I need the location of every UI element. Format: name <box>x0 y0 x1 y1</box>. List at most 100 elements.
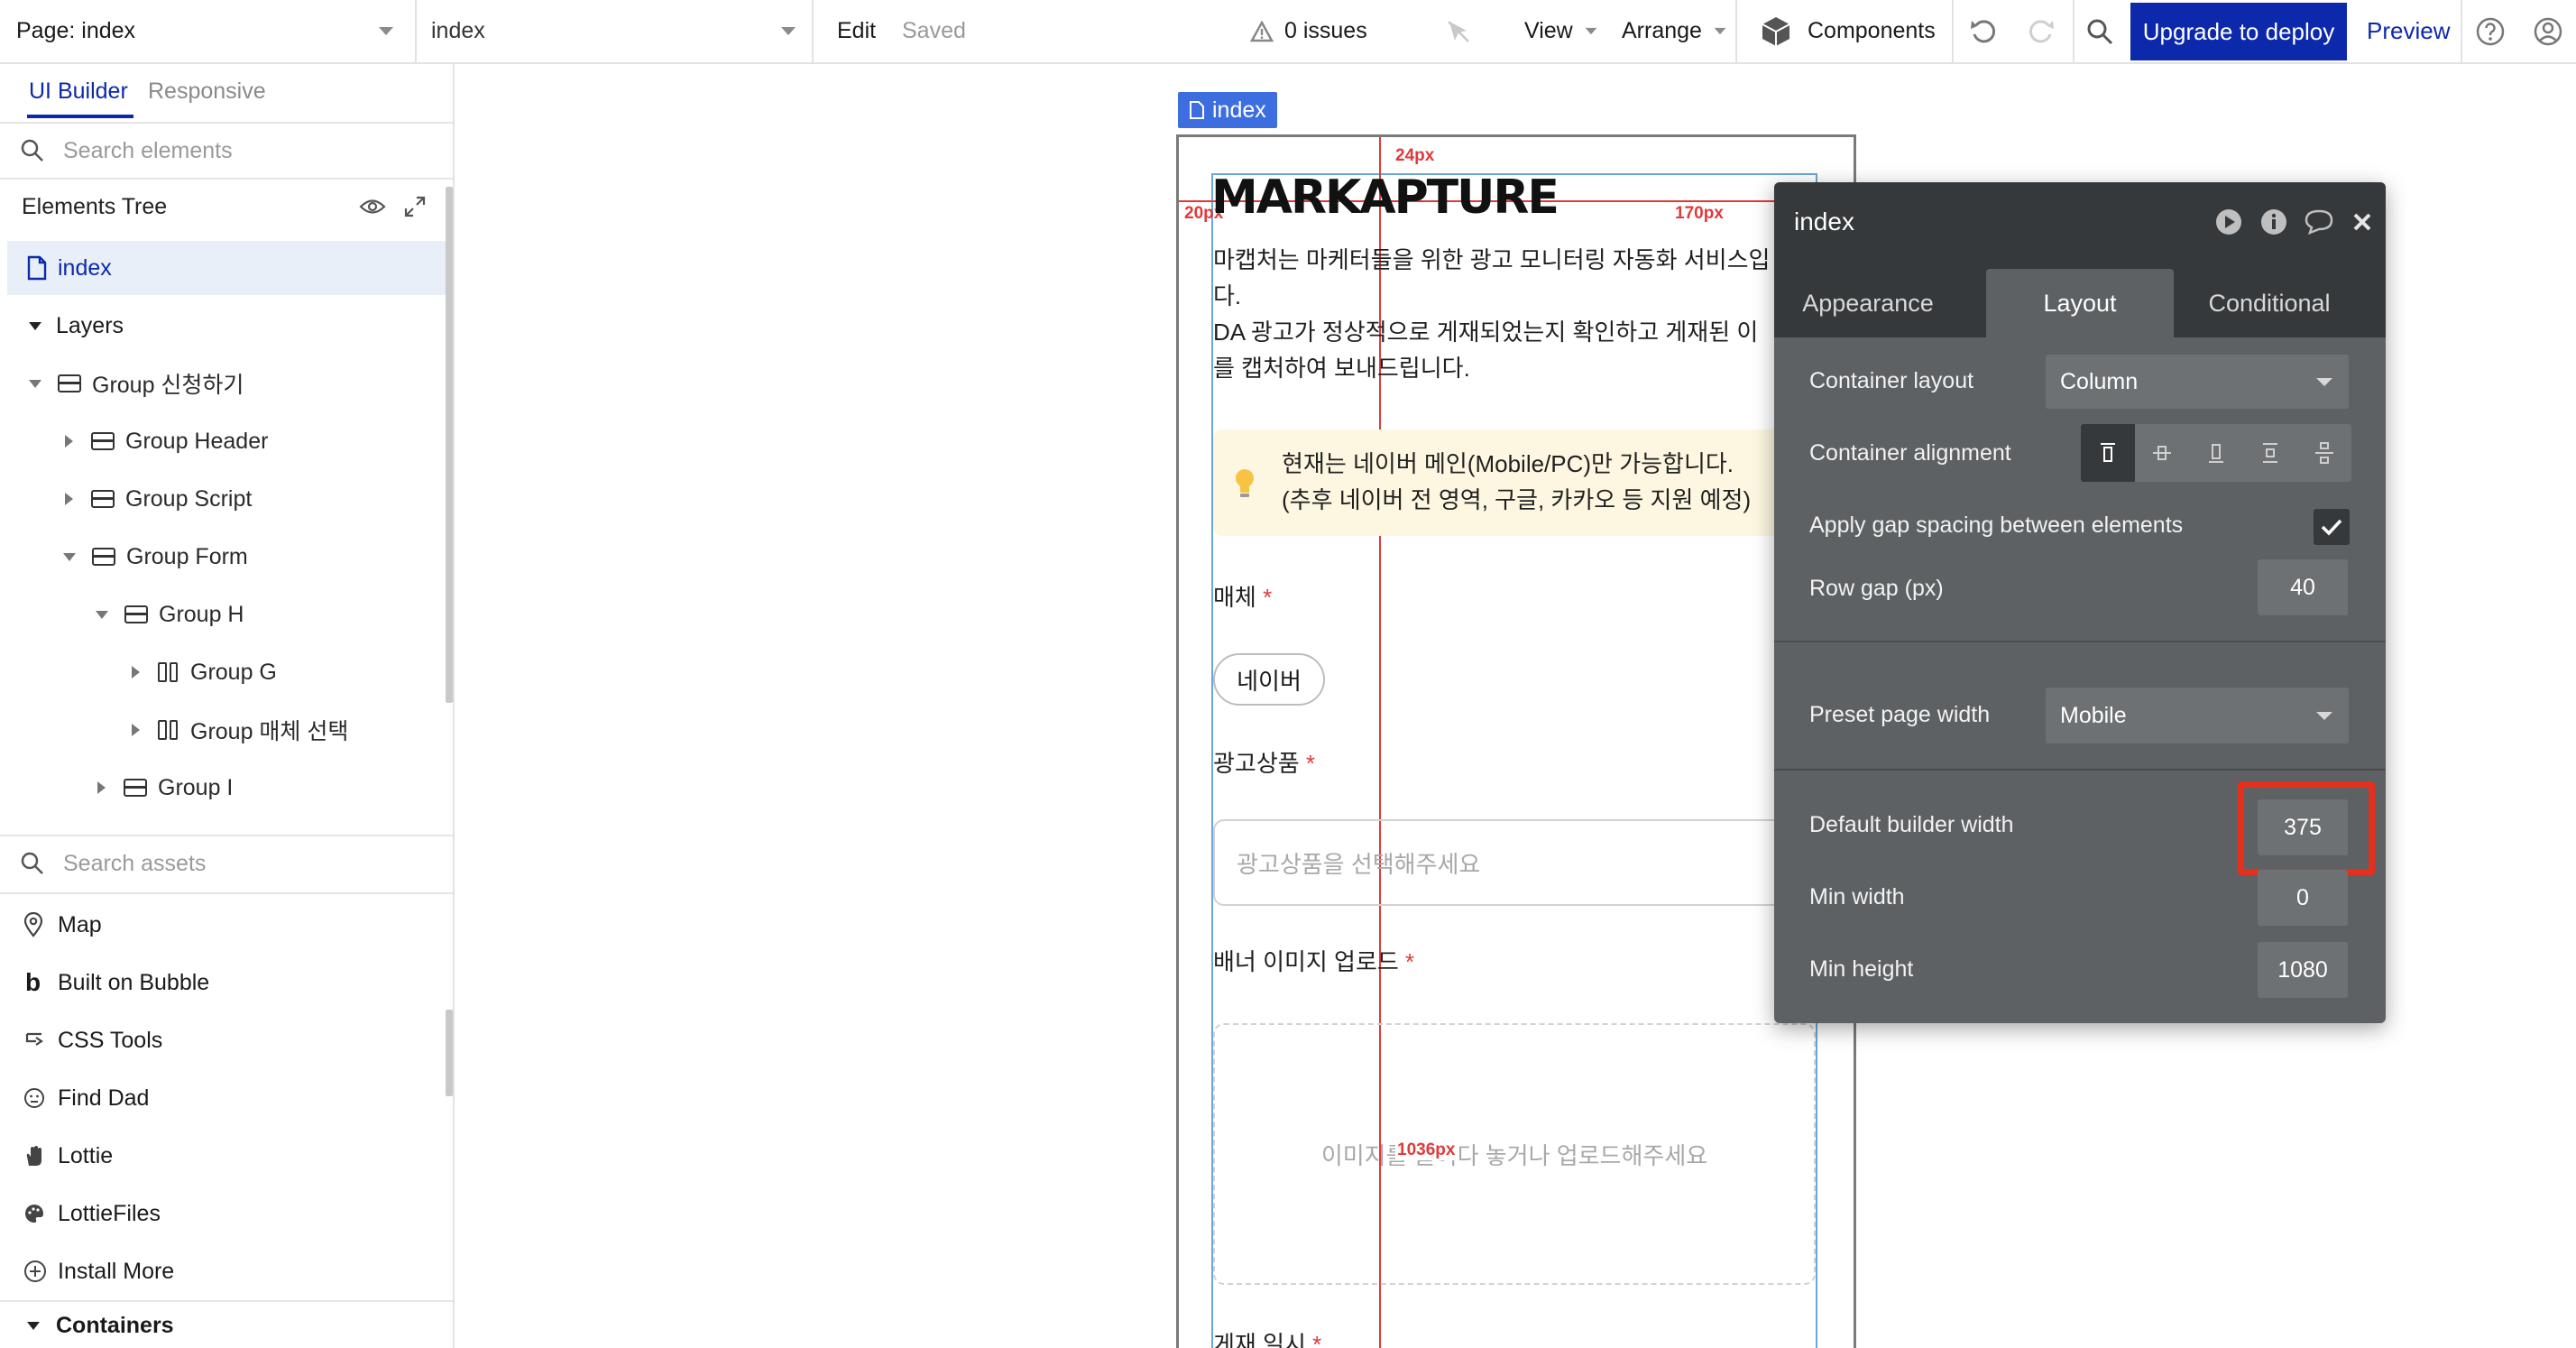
asset-css-tools[interactable]: CSS Tools <box>0 1013 453 1067</box>
default-builder-width-input[interactable]: 375 <box>2258 799 2348 855</box>
comment-button[interactable] <box>2301 204 2337 240</box>
tree-item-group-g[interactable]: Group G <box>132 645 277 699</box>
collapse-triangle-icon[interactable] <box>27 1321 40 1330</box>
align-top-button[interactable] <box>2081 424 2135 482</box>
description-line-3: DA 광고가 정상적으로 게재되었는지 확인하고 게재된 이 <box>1213 319 1759 346</box>
group-icon <box>124 779 147 797</box>
preset-width-dropdown[interactable]: Mobile <box>2046 688 2349 743</box>
assets-scrollbar[interactable] <box>446 1010 453 1096</box>
description-line-1: 마캡처는 마케터들을 위한 광고 모니터링 자동화 서비스입 <box>1213 246 1771 273</box>
upgrade-to-deploy-button[interactable]: Upgrade to deploy <box>2130 3 2347 60</box>
default-builder-width-value: 375 <box>2284 814 2322 840</box>
page-tag[interactable]: index <box>1178 92 1277 128</box>
asset-map[interactable]: Map <box>0 898 453 952</box>
editor-header[interactable]: index <box>1774 182 2386 262</box>
expand-triangle-icon[interactable] <box>97 781 106 794</box>
chevron-down-icon <box>2316 377 2332 386</box>
search-elements[interactable]: Search elements <box>0 124 453 178</box>
collapse-triangle-icon[interactable] <box>29 321 41 330</box>
tab-appearance[interactable]: Appearance <box>1774 269 1962 337</box>
collapse-triangle-icon[interactable] <box>63 552 76 561</box>
page-tag-label: index <box>1212 97 1266 123</box>
expand-triangle-icon[interactable] <box>65 435 73 448</box>
expand-triangle-icon[interactable] <box>65 493 73 505</box>
tab-conditional[interactable]: Conditional <box>2176 269 2363 337</box>
elements-tree-title: Elements Tree <box>22 193 168 219</box>
tab-ui-builder[interactable]: UI Builder <box>29 78 128 105</box>
asset-find-dad[interactable]: Find Dad <box>0 1071 453 1125</box>
search-assets[interactable]: Search assets <box>0 836 453 891</box>
info-button[interactable] <box>2256 204 2292 240</box>
row-gap-input[interactable]: 40 <box>2258 559 2348 615</box>
view-selector[interactable]: index <box>431 0 801 62</box>
gap-spacing-checkbox[interactable] <box>2314 509 2350 545</box>
account-button[interactable] <box>2533 0 2563 62</box>
view-label: View <box>1524 18 1573 43</box>
container-layout-dropdown[interactable]: Column <box>2046 355 2349 409</box>
issues-indicator[interactable]: 0 issues <box>1250 0 1367 62</box>
inspect-button[interactable] <box>1445 0 1472 62</box>
arrange-menu[interactable]: Arrange <box>1622 0 1727 62</box>
expand-icon[interactable] <box>402 194 428 219</box>
tree-scrollbar[interactable] <box>446 187 453 703</box>
banner-dropzone[interactable]: 이미지를 끌어다 놓거나 업로드해주세요 <box>1213 1023 1816 1285</box>
page-icon <box>27 255 47 281</box>
close-button[interactable] <box>2344 204 2380 240</box>
chevron-down-icon <box>379 27 393 35</box>
group-icon <box>92 548 115 566</box>
tree-item-group-media-select[interactable]: Group 매체 선택 <box>132 703 348 757</box>
align-bottom-button[interactable] <box>2189 424 2243 482</box>
help-button[interactable] <box>2475 0 2506 62</box>
tree-item-label: Group Script <box>125 485 253 512</box>
tree-item-group-i[interactable]: Group I <box>97 761 233 815</box>
redo-button[interactable] <box>2026 0 2056 62</box>
tree-item-group-script[interactable]: Group Script <box>65 472 252 526</box>
issues-label: 0 issues <box>1284 18 1367 43</box>
containers-title: Containers <box>56 1312 174 1338</box>
expand-triangle-icon[interactable] <box>132 724 140 736</box>
logo-text: MARKAPTURE <box>1211 171 1559 225</box>
collapse-triangle-icon[interactable] <box>29 379 41 388</box>
page-frame: 24px 20px 170px MARKAPTURE 마캡처는 마케터들을 위한… <box>1176 134 1856 1348</box>
preview-button[interactable]: Preview <box>2367 0 2450 62</box>
tree-item-group-form[interactable]: Group Form <box>63 530 248 584</box>
tree-item-group-header[interactable]: Group Header <box>65 414 268 468</box>
tree-item-group-signup[interactable]: Group 신청하기 <box>29 356 244 411</box>
containers-section[interactable]: Containers <box>0 1302 453 1348</box>
asset-lottie[interactable]: Lottie <box>0 1129 453 1183</box>
asset-built-on-bubble[interactable]: b Built on Bubble <box>0 956 453 1010</box>
search-icon <box>21 139 43 162</box>
page-selector[interactable]: Page: index <box>16 0 404 62</box>
tree-item-index[interactable]: index <box>7 241 446 295</box>
align-space-between-button[interactable] <box>2243 424 2297 482</box>
asset-label: Lottie <box>58 1142 114 1168</box>
eye-icon[interactable] <box>359 197 386 217</box>
tree-item-group-h[interactable]: Group H <box>96 587 244 642</box>
product-select[interactable]: 광고상품을 선택해주세요 <box>1213 819 1816 906</box>
face-icon <box>24 1088 44 1108</box>
min-width-input[interactable]: 0 <box>2258 870 2348 926</box>
tree-item-layers[interactable]: Layers <box>29 299 124 353</box>
media-chip-naver[interactable]: 네이버 <box>1213 653 1325 706</box>
view-menu[interactable]: View <box>1524 0 1598 62</box>
undo-button[interactable] <box>1968 0 1999 62</box>
arrange-label: Arrange <box>1622 18 1702 43</box>
tab-label: Layout <box>2043 289 2117 317</box>
asset-install-more[interactable]: Install More <box>0 1244 453 1298</box>
edit-menu[interactable]: Edit <box>837 0 876 62</box>
tab-layout[interactable]: Layout <box>1986 269 2174 337</box>
chevron-down-icon <box>1714 27 1726 35</box>
align-center-button[interactable] <box>2135 424 2189 482</box>
expand-triangle-icon[interactable] <box>132 666 140 679</box>
group-icon <box>124 605 148 623</box>
play-button[interactable] <box>2211 204 2247 240</box>
asset-lottiefiles[interactable]: LottieFiles <box>0 1186 453 1241</box>
min-height-input[interactable]: 1080 <box>2258 942 2348 998</box>
align-space-around-button[interactable] <box>2297 424 2351 482</box>
search-button[interactable] <box>2085 0 2114 62</box>
hand-icon <box>26 1146 41 1166</box>
tab-responsive[interactable]: Responsive <box>148 78 266 105</box>
left-panel: UI Builder Responsive Search elements El… <box>0 64 455 1348</box>
components-button[interactable]: Components <box>1759 0 1936 62</box>
collapse-triangle-icon[interactable] <box>96 610 108 619</box>
